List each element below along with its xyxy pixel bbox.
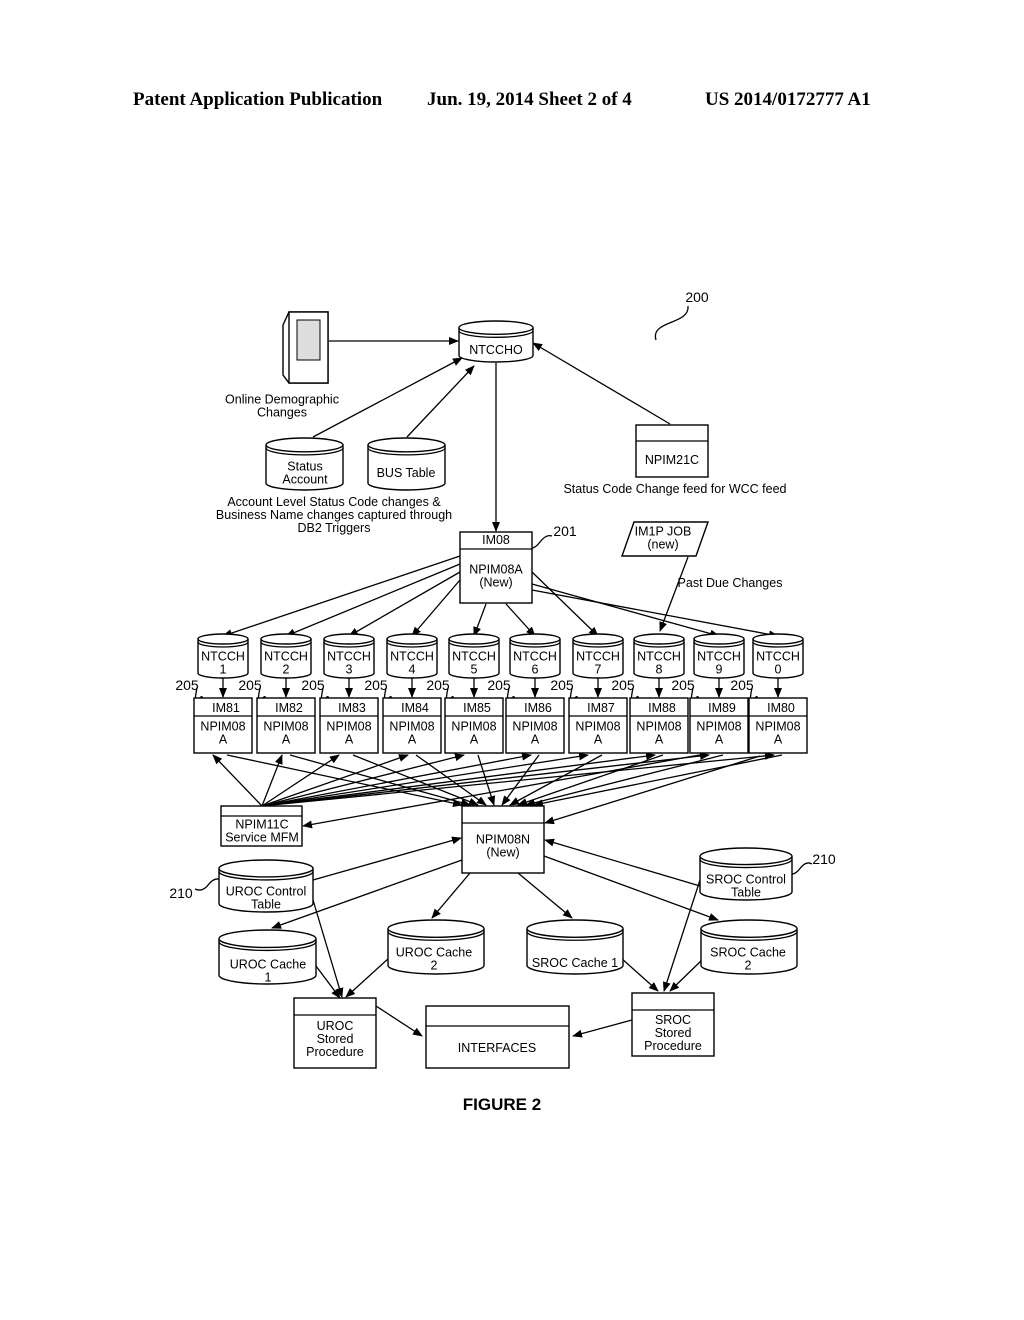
sroc-control-to-sp [662,879,701,992]
im-label-IM84: IM84 [401,701,429,715]
im-label-IM80: IM80 [767,701,795,715]
uroc-control-to-npim08n [312,836,462,881]
npim08a-to-ntcch6 [505,603,536,637]
npim08a-to-ntcch7 [531,571,599,637]
npim08a-to-ntcch0 [531,589,779,639]
npim08n-to-uroc-cache2 [431,872,471,919]
npim21c-note: Status Code Change feed for WCC feed [563,482,786,496]
ref-205-label: 205 [238,677,262,693]
interfaces-label: INTERFACES [458,1041,537,1055]
ref-205-label: 205 [671,677,695,693]
online-demographic-label: Online Demographic Changes [225,393,339,420]
im-label-IM87: IM87 [587,701,615,715]
ref-205-label: 205 [487,677,511,693]
ref-205-label: 205 [611,677,635,693]
past-due-changes-label: Past Due Changes [678,576,783,590]
uroc-control-to-sp [312,899,344,998]
npim11c-to-IM80 [261,751,775,807]
ref-210-label-sroc: 210 [812,851,836,867]
im-label-IM83: IM83 [338,701,366,715]
interfaces-box [425,1005,570,1069]
sroc-control-to-npim08n [544,838,701,887]
im-label-IM86: IM86 [524,701,552,715]
bus-table-to-ntccho [406,365,475,438]
im-label-IM88: IM88 [648,701,676,715]
npim08n-to-sroc-cache1 [517,872,573,919]
im-label-IM89: IM89 [708,701,736,715]
uroc-cache1-to-sp [315,965,341,999]
im-label-IM82: IM82 [275,701,303,715]
npim08a-to-ntcch2 [285,563,461,637]
bus-table-db [367,437,446,491]
partition-to-npim08n-side [544,755,761,825]
sroc-sp-to-interfaces [572,1019,633,1038]
db2-triggers-note: Account Level Status Code changes & Busin… [216,495,452,535]
npim11c-label: NPIM11C Service MFM [225,818,299,845]
npim08a-to-ntcch5 [473,603,487,637]
sroc-cache1-label: SROC Cache 1 [532,956,618,970]
ref-205-label: 205 [550,677,574,693]
terminal-device-icon [282,311,329,384]
ref-205-label: 205 [364,677,388,693]
npim11c-to-IM89 [261,752,710,807]
npim08a-to-ntcch1 [222,555,461,637]
npim21c-box [635,424,709,478]
npim21c-label: NPIM21C [645,453,699,467]
im-label-IM85: IM85 [463,701,491,715]
ref-205-label: 205 [730,677,754,693]
ref-210-label-uroc: 210 [169,885,193,901]
status-account-label: Status Account [282,460,328,487]
ref-205-label: 205 [301,677,325,693]
ntccho-label: NTCCHO [469,343,523,357]
ref-201-label: 201 [553,523,577,539]
npim21c-to-ntccho [532,342,671,425]
ref-200-label: 200 [685,289,709,305]
uroc-cache2-to-sp [345,957,390,998]
npim08a-to-ntcch4 [411,579,461,637]
sroc-cache2-to-sp [669,958,704,992]
ref-205-label: 205 [426,677,450,693]
sroc-cache1-to-sp [620,957,659,992]
im08-label: IM08 [482,533,510,547]
ref-210-leader-uroc [194,878,223,891]
bus-table-label: BUS Table [377,466,436,480]
im-label-IM81: IM81 [212,701,240,715]
im1p-to-ntcch8 [659,556,689,632]
npim08a-to-ntcch9 [531,583,720,638]
ref-200-leader [654,305,689,341]
npim08a-to-ntcch3 [348,571,461,637]
ref-205-label: 205 [175,677,199,693]
uroc-sp-to-interfaces [375,1005,423,1037]
figure-caption: FIGURE 2 [463,1095,541,1114]
architecture-diagram: 200 Online Demographic Changes NTCCHO Status… [169,289,836,1114]
npim11c-to-IM81 [212,754,263,807]
